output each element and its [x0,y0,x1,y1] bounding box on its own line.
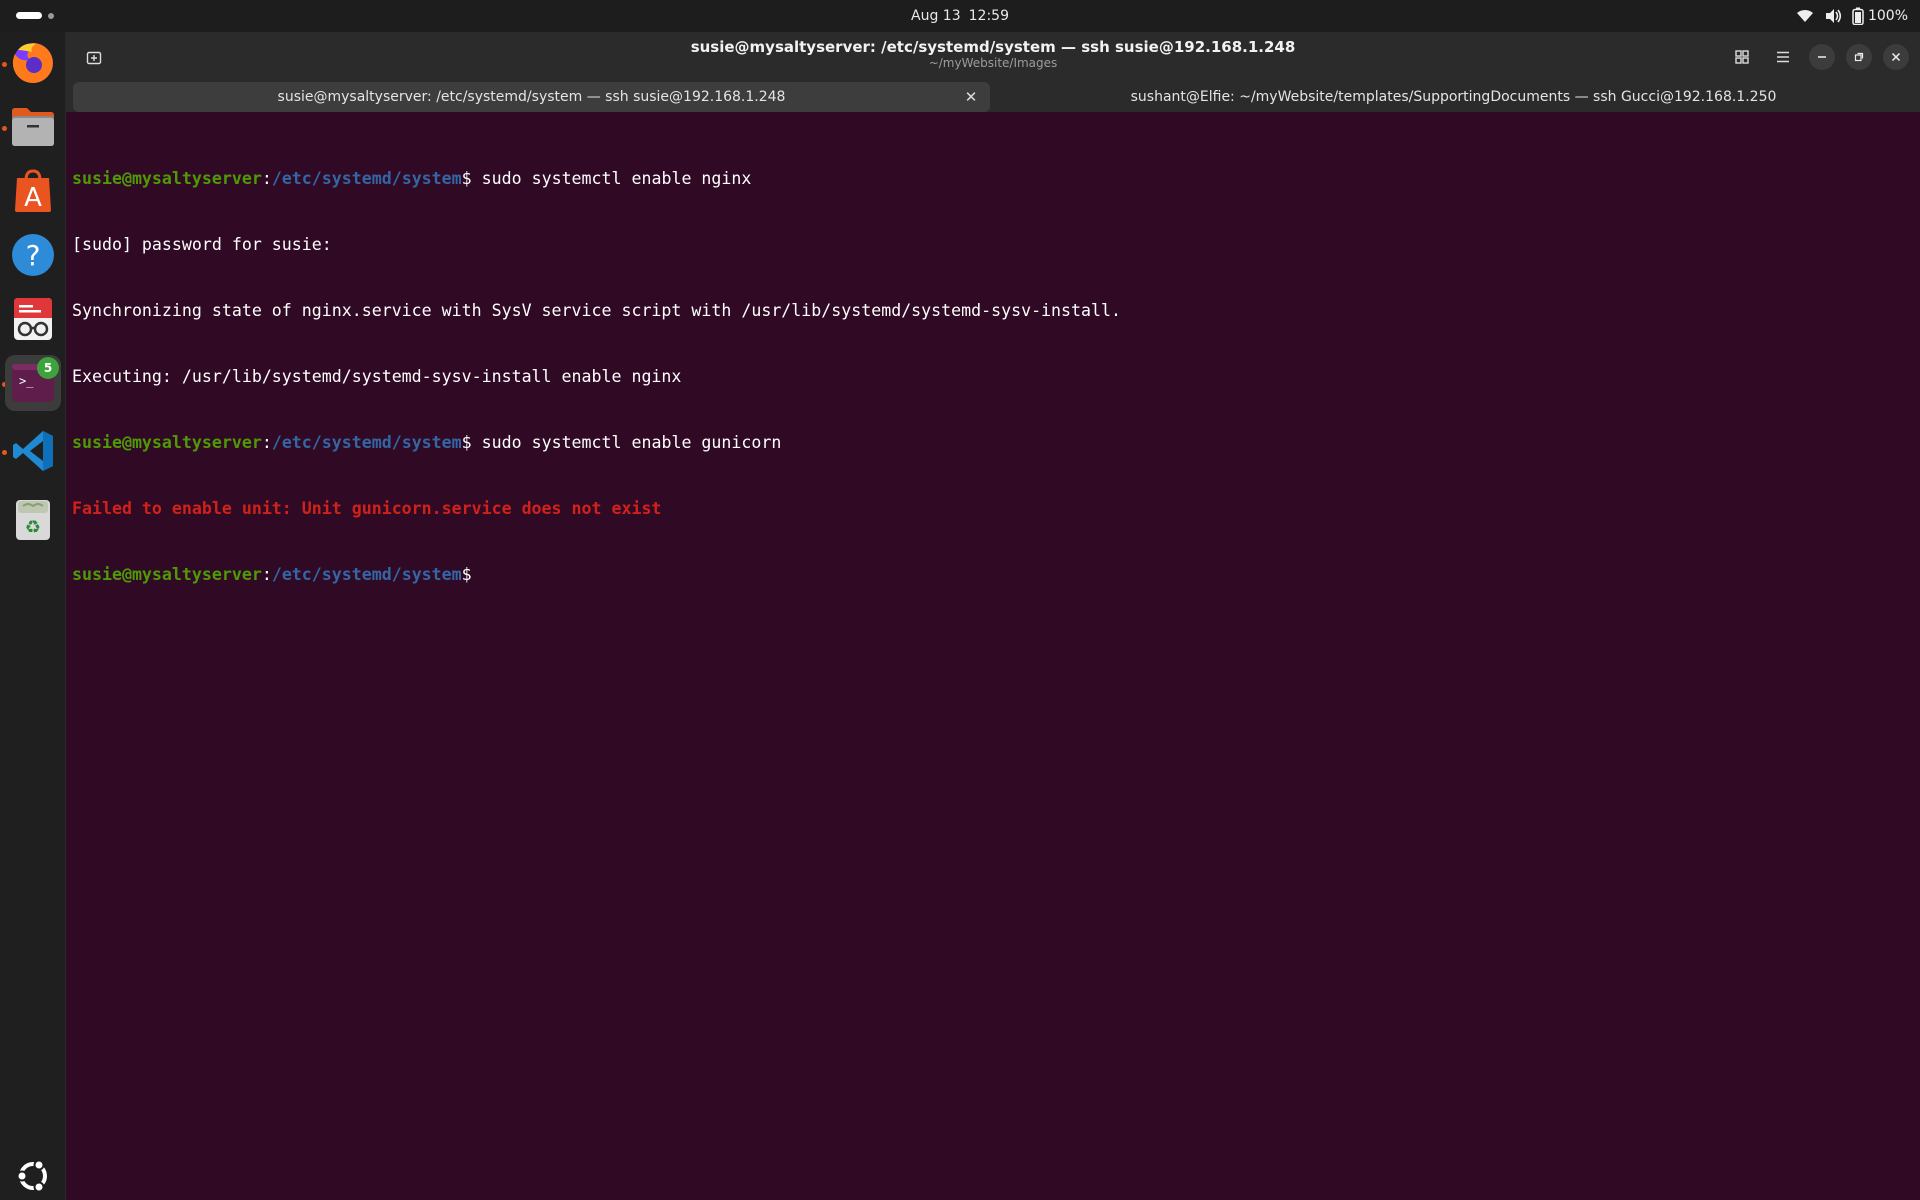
clock[interactable]: Aug 13 12:59 [0,0,1920,32]
menu-button[interactable] [1768,42,1798,72]
window-subtitle: ~/myWebsite/Images [928,56,1058,70]
prompt-path: /etc/systemd/system [271,565,462,584]
prompt-separator: : [261,565,272,584]
ubuntu-apps-icon[interactable] [5,1148,61,1200]
svg-text:>_: >_ [19,374,34,388]
files-icon[interactable] [5,99,61,155]
terminal-output[interactable]: susie@mysaltyserver:/etc/systemd/system$… [72,124,1912,630]
header-bar[interactable]: susie@mysaltyserver: /etc/systemd/system… [66,32,1920,112]
volume-icon [1824,8,1842,24]
prompt-separator: : [261,433,272,452]
terminal-line: Executing: /usr/lib/systemd/systemd-sysv… [72,366,1912,388]
restore-button[interactable] [1846,44,1872,70]
tab-overview-button[interactable] [1727,42,1757,72]
notification-badge: 5 [37,357,59,379]
tab-sushant-elfie[interactable]: sushant@Elfie: ~/myWebsite/templates/Sup… [993,82,1914,112]
output-text: [sudo] password for susie: [72,235,332,254]
output-text: Synchronizing state of nginx.service wit… [72,301,1121,320]
prompt-user: susie@mysaltyserver [72,169,262,188]
help-icon[interactable]: ? [5,227,61,283]
restore-icon [1854,52,1864,62]
terminal-icon[interactable]: >_ 5 [5,355,61,411]
terminal-window: susie@mysaltyserver: /etc/systemd/system… [66,32,1920,1200]
wifi-icon [1796,9,1814,23]
terminal-line: susie@mysaltyserver:/etc/systemd/system$ [72,564,1912,586]
top-bar: Aug 13 12:59 100% [0,0,1920,32]
terminal-line: susie@mysaltyserver:/etc/systemd/system$… [72,432,1912,454]
prompt-dollar: $ [461,169,472,188]
battery-percentage: 100% [1867,8,1908,24]
close-icon [1891,52,1901,62]
prompt-dollar: $ [461,565,472,584]
terminal-line: susie@mysaltyserver:/etc/systemd/system$… [72,168,1912,190]
prompt-user: susie@mysaltyserver [72,565,262,584]
prompt-path: /etc/systemd/system [271,169,462,188]
tab-susie-mysaltyserver[interactable]: susie@mysaltyserver: /etc/systemd/system… [73,82,990,112]
error-text: Failed to enable unit: Unit gunicorn.ser… [72,499,662,518]
prompt-dollar: $ [461,433,472,452]
minimize-button[interactable] [1809,44,1835,70]
terminal-line: Failed to enable unit: Unit gunicorn.ser… [72,498,1912,520]
system-tray[interactable]: 100% [1796,0,1908,32]
svg-text:♻: ♻ [25,517,41,538]
hamburger-icon [1777,51,1789,63]
dock: A ? >_ 5 ♻ [0,32,66,1200]
battery-icon [1852,7,1864,25]
firefox-icon[interactable] [5,35,61,91]
minimize-icon [1818,56,1826,58]
svg-text:?: ? [26,239,41,272]
close-tab-button[interactable]: ✕ [962,88,980,106]
tab-label: sushant@Elfie: ~/myWebsite/templates/Sup… [1130,89,1777,105]
command-text: sudo systemctl enable gunicorn [471,433,782,452]
output-text: Executing: /usr/lib/systemd/systemd-sysv… [72,367,682,386]
grid-icon [1735,50,1749,64]
prompt-user: susie@mysaltyserver [72,433,262,452]
tab-label: susie@mysaltyserver: /etc/systemd/system… [277,89,786,105]
window-title: susie@mysaltyserver: /etc/systemd/system… [690,38,1296,56]
document-viewer-icon[interactable] [5,291,61,347]
trash-icon[interactable]: ♻ [5,491,61,547]
vscode-icon[interactable] [5,423,61,479]
terminal-line: [sudo] password for susie: [72,234,1912,256]
close-window-button[interactable] [1883,44,1909,70]
close-icon: ✕ [964,88,978,106]
app-center-icon[interactable]: A [5,163,61,219]
svg-text:A: A [24,183,42,213]
command-text: sudo systemctl enable nginx [471,169,752,188]
prompt-separator: : [261,169,272,188]
clock-date: Aug 13 [911,8,961,24]
clock-time: 12:59 [968,8,1009,24]
terminal-line: Synchronizing state of nginx.service wit… [72,300,1912,322]
prompt-path: /etc/systemd/system [271,433,462,452]
